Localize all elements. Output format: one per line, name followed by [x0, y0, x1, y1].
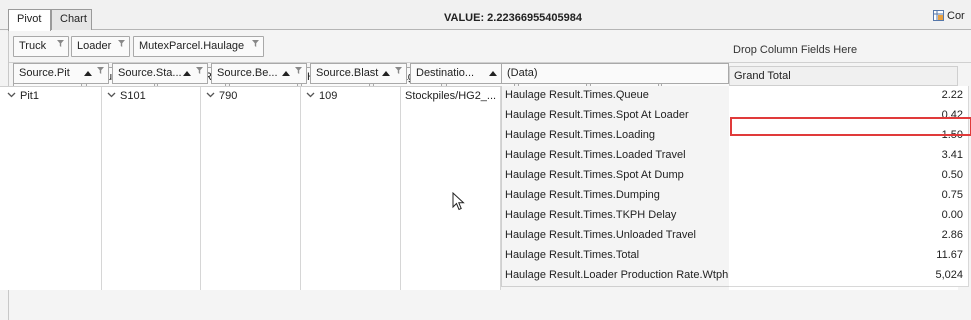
value-cell-loaded-travel[interactable]: 3.41 [729, 146, 969, 167]
filter-field-loader[interactable]: Loader [71, 36, 130, 57]
row-field-source-stage[interactable]: Source.Sta... [112, 63, 208, 84]
data-labels: Haulage Result.Times.Queue Haulage Resul… [501, 86, 737, 290]
column-divider [400, 87, 401, 290]
data-label-loader-production-rate[interactable]: Haulage Result.Loader Production Rate.Wt… [501, 266, 737, 287]
value-label: VALUE: 2.22366955405984 [444, 12, 583, 24]
sort-ascending-icon [183, 71, 191, 76]
row-area: Pit1 S101 790 109 Stockpiles/HG2_... [0, 86, 501, 290]
filter-field-mutexparcel-haulage[interactable]: MutexParcel.Haulage [133, 36, 264, 57]
data-label-dumping[interactable]: Haulage Result.Times.Dumping [501, 186, 737, 207]
value-cell-dumping[interactable]: 0.75 [729, 186, 969, 207]
row-value-label: 790 [219, 90, 238, 102]
row-value-label: 109 [319, 90, 338, 102]
column-divider [101, 87, 102, 290]
sort-ascending-icon [489, 71, 497, 76]
row-value-label: S101 [120, 90, 146, 102]
config-button-label: Cor [947, 10, 965, 22]
value-cell-spot-at-dump[interactable]: 0.50 [729, 166, 969, 187]
row-value-destination[interactable]: Stockpiles/HG2_... [405, 90, 496, 102]
selected-cell-highlight [730, 117, 971, 136]
row-value-label: Pit1 [20, 90, 39, 102]
grand-total-header: Grand Total [729, 66, 958, 86]
filter-field-label: Loader [77, 40, 112, 52]
filter-funnel-icon[interactable] [118, 40, 125, 47]
chevron-down-icon[interactable] [206, 92, 215, 98]
sort-ascending-icon [382, 71, 390, 76]
tab-chart[interactable]: Chart [51, 9, 92, 30]
value-cell-unloaded-travel[interactable]: 2.86 [729, 226, 969, 247]
mouse-cursor-icon [452, 192, 465, 211]
data-header[interactable]: (Data) [501, 63, 729, 84]
row-field-label: Source.Pit [19, 67, 70, 79]
drop-column-fields-hint: Drop Column Fields Here [733, 44, 858, 56]
data-label-queue[interactable]: Haulage Result.Times.Queue [501, 86, 737, 107]
row-field-source-pit[interactable]: Source.Pit [13, 63, 109, 84]
grid-settings-icon [933, 10, 944, 21]
row-field-label: Source.Blast [316, 67, 379, 79]
row-value-bench[interactable]: 790 [206, 90, 237, 102]
filter-field-label: MutexParcel.Haulage [139, 40, 245, 52]
sort-ascending-icon [282, 71, 290, 76]
data-label-spot-at-loader[interactable]: Haulage Result.Times.Spot At Loader [501, 106, 737, 127]
row-value-blast[interactable]: 109 [306, 90, 337, 102]
sort-ascending-icon [84, 71, 92, 76]
config-button[interactable]: Cor [933, 10, 965, 22]
value-cell-queue[interactable]: 2.22 [729, 86, 969, 107]
row-field-destination[interactable]: Destinatio... [410, 63, 506, 84]
row-field-label: Destinatio... [416, 67, 475, 79]
data-label-unloaded-travel[interactable]: Haulage Result.Times.Unloaded Travel [501, 226, 737, 247]
chevron-down-icon[interactable] [107, 92, 116, 98]
column-divider [200, 87, 201, 290]
data-label-spot-at-dump[interactable]: Haulage Result.Times.Spot At Dump [501, 166, 737, 187]
filter-funnel-icon[interactable] [395, 67, 402, 74]
row-value-pit[interactable]: Pit1 [7, 90, 39, 102]
data-label-loading[interactable]: Haulage Result.Times.Loading [501, 126, 737, 147]
filter-funnel-icon[interactable] [97, 67, 104, 74]
filter-funnel-icon[interactable] [252, 40, 259, 47]
row-value-stage[interactable]: S101 [107, 90, 146, 102]
data-label-tkph-delay[interactable]: Haulage Result.Times.TKPH Delay [501, 206, 737, 227]
row-field-label: Source.Sta... [118, 67, 182, 79]
filter-funnel-icon[interactable] [57, 40, 64, 47]
row-field-source-blast[interactable]: Source.Blast [310, 63, 407, 84]
filter-funnel-icon[interactable] [295, 67, 302, 74]
row-field-label: Source.Be... [217, 67, 278, 79]
value-cell-loader-production-rate[interactable]: 5,024 [729, 266, 969, 287]
filter-field-truck[interactable]: Truck [13, 36, 69, 57]
chevron-down-icon[interactable] [7, 92, 16, 98]
tab-pivot[interactable]: Pivot [8, 9, 51, 31]
column-divider [300, 87, 301, 290]
data-label-loaded-travel[interactable]: Haulage Result.Times.Loaded Travel [501, 146, 737, 167]
row-field-source-bench[interactable]: Source.Be... [211, 63, 307, 84]
data-label-total[interactable]: Haulage Result.Times.Total [501, 246, 737, 267]
filter-field-label: Truck [19, 40, 47, 52]
chevron-down-icon[interactable] [306, 92, 315, 98]
value-cell-tkph-delay[interactable]: 0.00 [729, 206, 969, 227]
value-cell-total[interactable]: 11.67 [729, 246, 969, 267]
filter-funnel-icon[interactable] [196, 67, 203, 74]
